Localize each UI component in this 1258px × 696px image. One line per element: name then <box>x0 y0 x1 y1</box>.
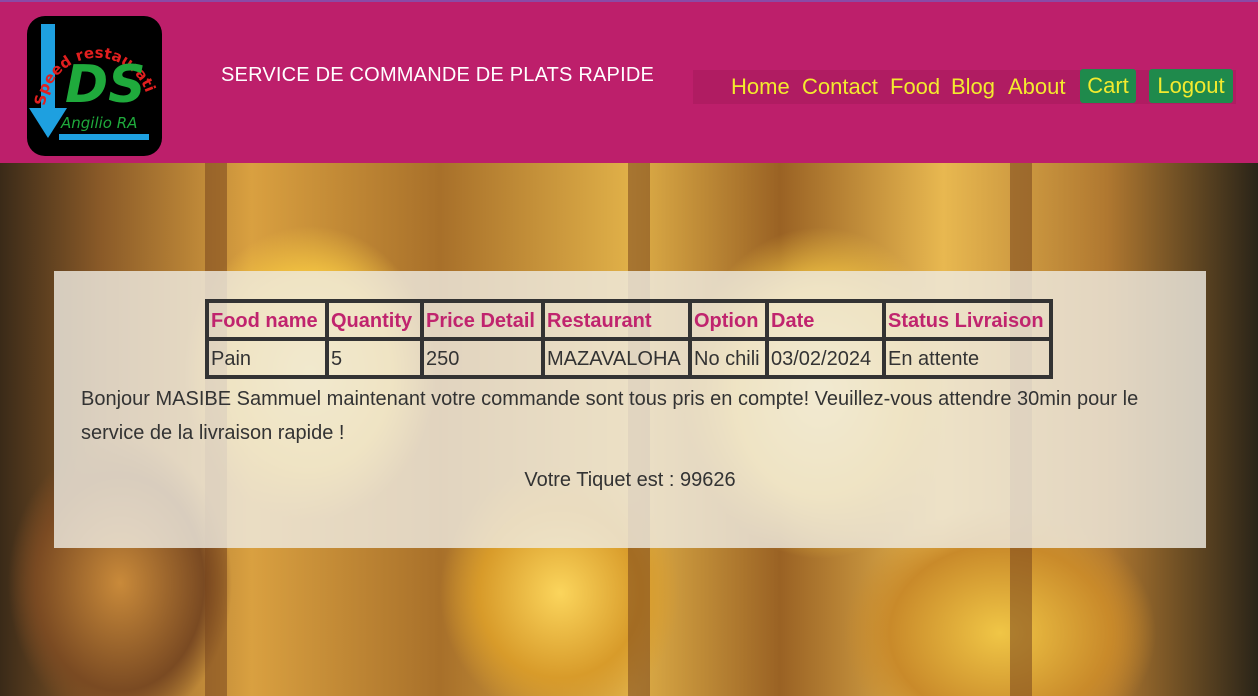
cell-food-name: Pain <box>207 339 327 377</box>
confirmation-message: Bonjour MASIBE Sammuel maintenant votre … <box>81 388 1139 444</box>
column-header-food-name: Food name <box>207 301 327 339</box>
column-header-quantity: Quantity <box>327 301 422 339</box>
site-logo[interactable]: Speed restauration DS Angilio RA <box>27 16 162 156</box>
column-header-price-detail: Price Detail <box>422 301 543 339</box>
nav-blog-link[interactable]: Blog <box>951 72 995 102</box>
order-confirmation-panel: Food name Quantity Price Detail Restaura… <box>54 271 1206 548</box>
logo-initials: DS <box>65 55 146 115</box>
cell-option: No chili <box>690 339 767 377</box>
nav-about-link[interactable]: About <box>1008 72 1066 102</box>
column-header-option: Option <box>690 301 767 339</box>
site-header: Speed restauration DS Angilio RA SERVICE… <box>0 0 1258 163</box>
logo-author: Angilio RA <box>60 114 137 132</box>
logo-graphic: Speed restauration DS Angilio RA <box>27 16 159 140</box>
logout-button[interactable]: Logout <box>1149 69 1233 103</box>
ticket-line: Votre Tiquet est : 99626 <box>54 469 1206 492</box>
cell-quantity: 5 <box>327 339 422 377</box>
nav-home-link[interactable]: Home <box>731 72 790 102</box>
cell-date: 03/02/2024 <box>767 339 884 377</box>
cell-status: En attente <box>884 339 1051 377</box>
table-row: Pain 5 250 MAZAVALOHA No chili 03/02/202… <box>207 339 1051 377</box>
column-header-restaurant: Restaurant <box>543 301 690 339</box>
order-table: Food name Quantity Price Detail Restaura… <box>205 299 1053 379</box>
column-header-date: Date <box>767 301 884 339</box>
cell-price-detail: 250 <box>422 339 543 377</box>
site-title: SERVICE DE COMMANDE DE PLATS RAPIDE <box>221 64 655 86</box>
cell-restaurant: MAZAVALOHA <box>543 339 690 377</box>
main-nav: Home Contact Food Blog About Cart Logout <box>693 69 1236 104</box>
ticket-number: 99626 <box>680 469 736 491</box>
cart-button[interactable]: Cart <box>1080 69 1136 103</box>
nav-contact-link[interactable]: Contact <box>802 72 878 102</box>
nav-food-link[interactable]: Food <box>890 72 940 102</box>
ticket-label: Votre Tiquet est : <box>524 469 675 491</box>
column-header-status: Status Livraison <box>884 301 1051 339</box>
table-header-row: Food name Quantity Price Detail Restaura… <box>207 301 1051 339</box>
